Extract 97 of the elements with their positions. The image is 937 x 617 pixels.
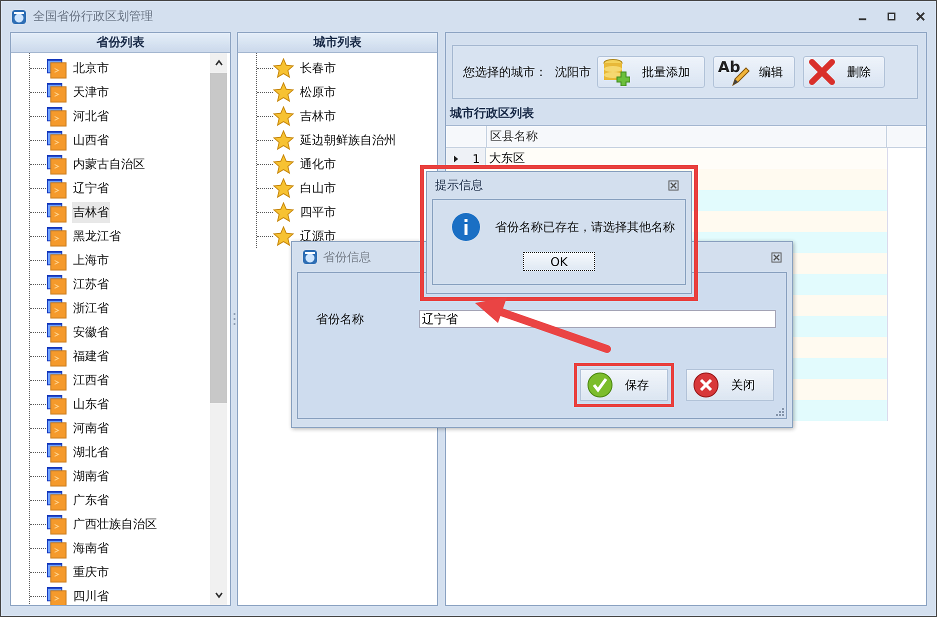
province-item[interactable]: 河南省	[72, 418, 110, 438]
star-icon	[273, 202, 294, 222]
image-stack-icon	[46, 82, 67, 102]
input-field[interactable]: 辽宁省	[419, 310, 776, 328]
image-stack-icon	[46, 154, 67, 174]
city-item[interactable]: 吉林市	[299, 106, 337, 126]
province-item[interactable]: 北京市	[72, 58, 110, 78]
image-stack-icon	[46, 370, 67, 390]
close-icon[interactable]	[668, 180, 679, 191]
province-item[interactable]: 天津市	[72, 82, 110, 102]
image-stack-icon	[46, 490, 67, 510]
scroll-down-icon[interactable]	[214, 590, 224, 600]
app-icon	[302, 249, 318, 265]
app-icon	[11, 8, 27, 24]
image-stack-icon	[46, 466, 67, 486]
city-item[interactable]: 白山市	[299, 178, 337, 198]
province-item[interactable]: 浙江省	[72, 298, 110, 318]
dialog-title: 省份信息	[323, 248, 371, 266]
row-number: 1	[472, 152, 480, 166]
city-label: 您选择的城市：	[463, 64, 547, 80]
city-item[interactable]: 长春市	[299, 58, 337, 78]
province-item[interactable]: 安徽省	[72, 322, 110, 342]
table-cell-text: 大东区	[488, 150, 525, 167]
province-item[interactable]: 四川省	[72, 586, 110, 605]
delete-icon	[808, 58, 836, 86]
province-item[interactable]: 河北省	[72, 106, 110, 126]
star-icon	[273, 154, 294, 174]
star-icon	[273, 58, 294, 78]
province-item[interactable]: 黑龙江省	[72, 226, 122, 246]
edit-button[interactable]: Ab 编辑	[713, 56, 795, 88]
province-item[interactable]: 重庆市	[72, 562, 110, 582]
scroll-up-icon[interactable]	[214, 58, 224, 68]
province-item[interactable]: 山东省	[72, 394, 110, 414]
selected-city: 沈阳市	[555, 64, 591, 80]
splitter-grip-icon[interactable]	[232, 312, 236, 326]
city-item[interactable]: 通化市	[299, 154, 337, 174]
maximize-icon[interactable]	[886, 11, 897, 22]
province-item[interactable]: 上海市	[72, 250, 110, 270]
province-item[interactable]: 广东省	[72, 490, 110, 510]
scrollbar[interactable]	[210, 53, 227, 605]
scroll-thumb[interactable]	[210, 73, 227, 403]
close-button[interactable]: 关闭	[686, 369, 774, 401]
province-item[interactable]: 福建省	[72, 346, 110, 366]
province-item[interactable]: 辽宁省	[72, 178, 110, 198]
image-stack-icon	[46, 562, 67, 582]
star-icon	[273, 106, 294, 126]
resize-grip-icon[interactable]	[775, 407, 784, 416]
image-stack-icon	[46, 514, 67, 534]
message-text: 省份名称已存在，请选择其他名称	[495, 218, 675, 236]
province-item[interactable]: 江苏省	[72, 274, 110, 294]
info-icon	[451, 212, 481, 242]
field-label: 省份名称	[316, 310, 365, 328]
star-icon	[273, 178, 294, 198]
image-stack-icon	[46, 106, 67, 126]
image-stack-icon	[46, 178, 67, 198]
panel-header: 城市列表	[238, 33, 437, 53]
database-add-icon	[602, 58, 630, 86]
image-stack-icon	[46, 130, 67, 150]
image-stack-icon	[46, 322, 67, 342]
city-item[interactable]: 延边朝鲜族自治州	[299, 130, 397, 150]
city-item[interactable]: 松原市	[299, 82, 337, 102]
panel-header: 省份列表	[11, 33, 230, 53]
image-stack-icon	[46, 274, 67, 294]
image-stack-icon	[46, 442, 67, 462]
star-icon	[273, 226, 294, 246]
image-stack-icon	[46, 418, 67, 438]
province-item[interactable]: 湖北省	[72, 442, 110, 462]
image-stack-icon	[46, 538, 67, 558]
delete-button[interactable]: 删除	[803, 56, 885, 88]
province-item[interactable]: 湖南省	[72, 466, 110, 486]
window-title: 全国省份行政区划管理	[33, 8, 153, 25]
star-icon	[273, 130, 294, 150]
province-item[interactable]: 广西壮族自治区	[72, 514, 158, 534]
image-stack-icon	[46, 298, 67, 318]
save-button[interactable]: 保存	[580, 369, 668, 401]
dialog-title: 提示信息	[435, 177, 483, 194]
province-item[interactable]: 海南省	[72, 538, 110, 558]
close-icon[interactable]	[771, 252, 782, 262]
province-item[interactable]: 江西省	[72, 370, 110, 390]
image-stack-icon	[46, 586, 67, 605]
image-stack-icon	[46, 226, 67, 246]
province-item[interactable]: 山西省	[72, 130, 110, 150]
grid-title: 城市行政区列表	[448, 105, 535, 122]
image-stack-icon	[46, 58, 67, 78]
province-item[interactable]: 吉林省	[72, 202, 110, 222]
image-stack-icon	[46, 250, 67, 270]
add-button[interactable]: 批量添加	[597, 56, 705, 88]
star-icon	[273, 82, 294, 102]
close-icon[interactable]	[915, 11, 926, 22]
ok-button[interactable]: OK	[523, 252, 595, 271]
image-stack-icon	[46, 202, 67, 222]
image-stack-icon	[46, 346, 67, 366]
checkmark-icon	[587, 372, 613, 398]
city-item[interactable]: 四平市	[299, 202, 337, 222]
cancel-icon	[693, 372, 719, 398]
province-item[interactable]: 内蒙古自治区	[72, 154, 146, 174]
image-stack-icon	[46, 394, 67, 414]
